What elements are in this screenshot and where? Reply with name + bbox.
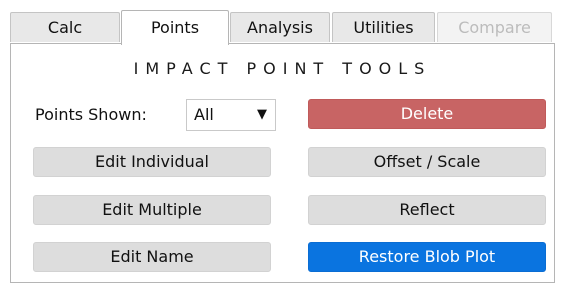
tab-utilities[interactable]: Utilities bbox=[332, 12, 435, 42]
tab-compare[interactable]: Compare bbox=[437, 12, 552, 42]
points-shown-select[interactable]: All ▼ bbox=[186, 99, 276, 131]
tab-analysis[interactable]: Analysis bbox=[230, 12, 330, 42]
points-shown-label: Points Shown: bbox=[35, 105, 147, 124]
points-shown-value: All bbox=[194, 105, 214, 124]
dropdown-arrow-icon: ▼ bbox=[257, 107, 267, 122]
edit-individual-button[interactable]: Edit Individual bbox=[33, 147, 271, 177]
restore-blob-plot-button[interactable]: Restore Blob Plot bbox=[308, 242, 546, 272]
tab-bar: Calc Points Analysis Utilities Compare bbox=[10, 10, 555, 45]
reflect-button[interactable]: Reflect bbox=[308, 195, 546, 225]
tab-calc[interactable]: Calc bbox=[10, 12, 120, 42]
points-panel: IMPACT POINT TOOLS Points Shown: All ▼ D… bbox=[10, 43, 555, 283]
edit-multiple-button[interactable]: Edit Multiple bbox=[33, 195, 271, 225]
section-title: IMPACT POINT TOOLS bbox=[133, 59, 432, 78]
offset-scale-button[interactable]: Offset / Scale bbox=[308, 147, 546, 177]
edit-name-button[interactable]: Edit Name bbox=[33, 242, 271, 272]
delete-button[interactable]: Delete bbox=[308, 99, 546, 129]
tab-points[interactable]: Points bbox=[121, 10, 229, 45]
impact-point-tools-window: Calc Points Analysis Utilities Compare I… bbox=[0, 0, 570, 300]
